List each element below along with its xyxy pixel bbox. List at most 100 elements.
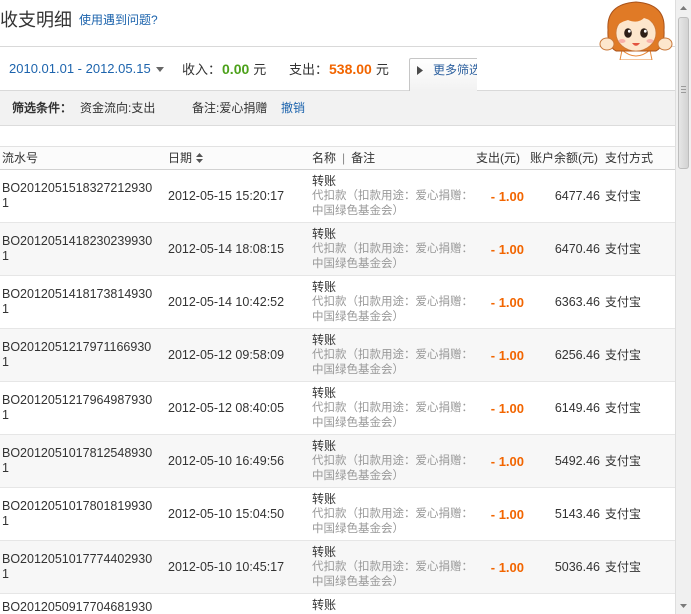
name-remark-cell: 转账 代扣款（扣款用途：爱心捐赠：中国绿色基金会） bbox=[312, 170, 476, 222]
table-row: BO20120514182302399301 2012-05-14 18:08:… bbox=[0, 223, 675, 276]
column-header-balance: 账户余额(元) bbox=[530, 147, 603, 169]
income-unit: 元 bbox=[253, 62, 267, 77]
column-header-payment-method: 支付方式 bbox=[603, 147, 675, 169]
name-remark-cell: 转账 代扣款（扣款用途：爱心捐赠：中国绿色基金会） bbox=[312, 223, 476, 275]
serial-number: BO20120510178125489301 bbox=[2, 446, 153, 475]
serial-number-cell: BO20120510178125489301 bbox=[0, 435, 168, 487]
caret-down-icon[interactable] bbox=[156, 67, 164, 72]
expense-amount-cell: - 1.00 bbox=[476, 541, 530, 593]
page-header: 收支明细 使用遇到问题? bbox=[0, 0, 675, 47]
payment-method: 支付宝 bbox=[605, 559, 642, 574]
balance-cell: 5036.46 bbox=[530, 541, 603, 593]
column-remark-label: 备注 bbox=[351, 151, 376, 165]
serial-number-cell: BO20120515183272129301 bbox=[0, 170, 168, 222]
transaction-table: 流水号 日期 名称 | 备注 支出(元) 账户余额(元) 支付方式 BO201205… bbox=[0, 146, 675, 614]
transaction-name: 转账 bbox=[312, 332, 337, 347]
scrollbar-thumb[interactable] bbox=[678, 17, 689, 169]
table-header: 流水号 日期 名称 | 备注 支出(元) 账户余额(元) 支付方式 bbox=[0, 146, 675, 170]
column-balance-label: 账户余额(元) bbox=[530, 151, 598, 165]
expense-amount-cell: - 1.00 bbox=[476, 276, 530, 328]
column-header-expense: 支出(元) bbox=[476, 147, 530, 169]
payment-method-cell: 支付宝 bbox=[603, 276, 675, 328]
payment-method-cell: 支付宝 bbox=[603, 488, 675, 540]
payment-method-cell: 支付宝 bbox=[603, 435, 675, 487]
expense-amount: - 1.00 bbox=[490, 347, 524, 363]
account-balance: 6363.46 bbox=[554, 294, 600, 309]
name-remark-cell: 转账 bbox=[312, 594, 476, 614]
transaction-name: 转账 bbox=[312, 598, 337, 612]
transaction-name: 转账 bbox=[312, 438, 337, 453]
table-row: BO20120510178018199301 2012-05-10 15:04:… bbox=[0, 488, 675, 541]
serial-number: BO20120512179711669301 bbox=[2, 340, 152, 369]
table-row: BO20120510177744029301 2012-05-10 10:45:… bbox=[0, 541, 675, 594]
payment-method: 支付宝 bbox=[605, 453, 642, 468]
expense-amount: - 1.00 bbox=[490, 400, 524, 416]
vertical-scrollbar[interactable] bbox=[675, 0, 691, 614]
date-cell: 2012-05-10 10:45:17 bbox=[168, 541, 312, 593]
serial-number: BO20120514181738149301 bbox=[2, 287, 153, 316]
more-filter-button[interactable]: 更多筛选 bbox=[409, 58, 477, 91]
transaction-remark: 代扣款（扣款用途：爱心捐赠：中国绿色基金会） bbox=[312, 348, 473, 376]
date-cell: 2012-05-12 09:58:09 bbox=[168, 329, 312, 381]
name-remark-cell: 转账 代扣款（扣款用途：爱心捐赠：中国绿色基金会） bbox=[312, 435, 476, 487]
name-remark-cell: 转账 代扣款（扣款用途：爱心捐赠：中国绿色基金会） bbox=[312, 382, 476, 434]
cartoon-girl-avatar[interactable] bbox=[598, 0, 674, 60]
transaction-name: 转账 bbox=[312, 173, 337, 188]
filter-conditions-bar: 筛选条件： 资金流向:支出 备注:爱心捐赠 撤销 bbox=[0, 91, 675, 126]
column-header-date[interactable]: 日期 bbox=[168, 147, 312, 169]
payment-method-cell: 支付宝 bbox=[603, 170, 675, 222]
serial-number: BO20120510177744029301 bbox=[2, 552, 153, 581]
date-cell: 2012-05-15 15:20:17 bbox=[168, 170, 312, 222]
income-label: 收入： bbox=[182, 62, 222, 77]
balance-cell: 6256.46 bbox=[530, 329, 603, 381]
expense-amount: - 1.00 bbox=[490, 188, 524, 204]
cancel-filter-link[interactable]: 撤销 bbox=[281, 101, 305, 115]
expense-amount: - 1.00 bbox=[490, 453, 524, 469]
filter-condition-fund-flow: 资金流向:支出 bbox=[80, 101, 156, 115]
serial-number-cell: BO20120514181738149301 bbox=[0, 276, 168, 328]
transaction-name: 转账 bbox=[312, 226, 337, 241]
column-name-label: 名称 bbox=[312, 151, 337, 165]
transaction-name: 转账 bbox=[312, 279, 337, 294]
payment-method-cell: 支付宝 bbox=[603, 329, 675, 381]
transaction-date: 2012-05-10 10:45:17 bbox=[168, 559, 285, 574]
serial-number-cell: BO20120514182302399301 bbox=[0, 223, 168, 275]
transaction-remark: 代扣款（扣款用途：爱心捐赠：中国绿色基金会） bbox=[312, 242, 473, 270]
expense-label: 支出： bbox=[289, 62, 329, 77]
transaction-remark: 代扣款（扣款用途：爱心捐赠：中国绿色基金会） bbox=[312, 295, 473, 323]
payment-method: 支付宝 bbox=[605, 188, 642, 203]
date-cell: 2012-05-10 15:04:50 bbox=[168, 488, 312, 540]
payment-method: 支付宝 bbox=[605, 241, 642, 256]
expense-amount-cell: - 1.00 bbox=[476, 382, 530, 434]
column-header-serial: 流水号 bbox=[0, 147, 168, 169]
transaction-remark: 代扣款（扣款用途：爱心捐赠：中国绿色基金会） bbox=[312, 560, 473, 588]
name-remark-cell: 转账 代扣款（扣款用途：爱心捐赠：中国绿色基金会） bbox=[312, 329, 476, 381]
expense-amount: - 1.00 bbox=[490, 506, 524, 522]
arrow-up-icon[interactable] bbox=[676, 0, 691, 16]
transaction-name: 转账 bbox=[312, 385, 337, 400]
arrow-down-icon[interactable] bbox=[676, 598, 691, 614]
name-remark-cell: 转账 代扣款（扣款用途：爱心捐赠：中国绿色基金会） bbox=[312, 276, 476, 328]
sort-icon[interactable] bbox=[196, 153, 204, 163]
account-balance: 5492.46 bbox=[554, 453, 600, 468]
date-range-selector[interactable]: 2010.01.01 - 2012.05.15 bbox=[9, 61, 151, 77]
table-row: BO20120512179711669301 2012-05-12 09:58:… bbox=[0, 329, 675, 382]
table-row: BO20120515183272129301 2012-05-15 15:20:… bbox=[0, 170, 675, 223]
table-row: BO20120510178125489301 2012-05-10 16:49:… bbox=[0, 435, 675, 488]
expense-amount: - 1.00 bbox=[490, 241, 524, 257]
balance-cell: 6470.46 bbox=[530, 223, 603, 275]
expense-unit: 元 bbox=[375, 62, 389, 77]
serial-number: BO20120514182302399301 bbox=[2, 234, 153, 263]
payment-method-cell: 支付宝 bbox=[603, 382, 675, 434]
balance-cell: 6363.46 bbox=[530, 276, 603, 328]
serial-number-cell: BO2012050917704681930 bbox=[0, 594, 168, 614]
summary-bar: 2010.01.01 - 2012.05.15 收入：0.00 元 支出：538.… bbox=[0, 47, 675, 91]
expense-amount-cell: - 1.00 bbox=[476, 170, 530, 222]
date-cell bbox=[168, 594, 312, 614]
serial-number: BO20120510178018199301 bbox=[2, 499, 153, 528]
account-balance: 6470.46 bbox=[554, 241, 600, 256]
help-link[interactable]: 使用遇到问题? bbox=[79, 12, 158, 29]
expense-amount-cell: - 1.00 bbox=[476, 488, 530, 540]
payment-method: 支付宝 bbox=[605, 506, 642, 521]
serial-number: BO20120515183272129301 bbox=[2, 181, 153, 210]
